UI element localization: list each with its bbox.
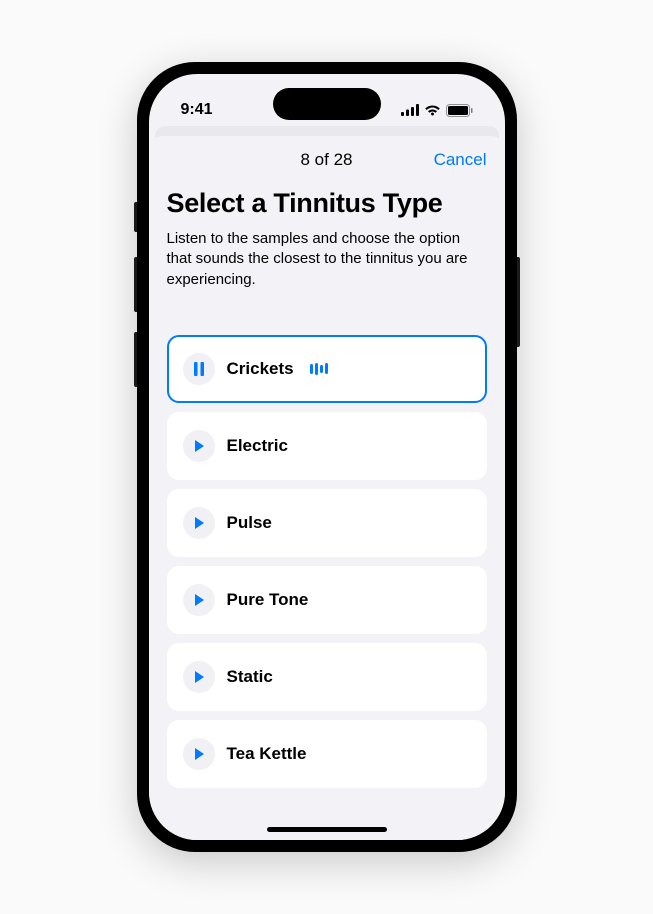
dynamic-island: [273, 88, 381, 120]
page-subtitle: Listen to the samples and choose the opt…: [167, 229, 487, 290]
progress-indicator: 8 of 28: [301, 150, 353, 170]
play-icon: [192, 439, 206, 453]
play-icon: [192, 747, 206, 761]
play-icon: [192, 593, 206, 607]
status-time: 9:41: [181, 101, 213, 119]
page-title: Select a Tinnitus Type: [167, 188, 487, 219]
sound-wave-icon: [310, 363, 328, 375]
option-label: Pulse: [227, 513, 272, 533]
phone-volume-down: [134, 332, 137, 387]
pause-button[interactable]: [183, 353, 215, 385]
phone-action-button: [134, 202, 137, 232]
option-electric[interactable]: Electric: [167, 412, 487, 480]
play-icon: [192, 670, 206, 684]
option-static[interactable]: Static: [167, 643, 487, 711]
pause-icon: [193, 362, 205, 376]
content: Select a Tinnitus Type Listen to the sam…: [149, 184, 505, 788]
option-label: Electric: [227, 436, 288, 456]
modal-sheet: 8 of 28 Cancel Select a Tinnitus Type Li…: [149, 136, 505, 840]
option-label: Static: [227, 667, 273, 687]
screen: 9:41: [149, 74, 505, 840]
wifi-icon: [424, 104, 441, 116]
option-pure-tone[interactable]: Pure Tone: [167, 566, 487, 634]
status-icons: [401, 104, 473, 117]
option-label: Crickets: [227, 359, 294, 379]
phone-power-button: [517, 257, 520, 347]
home-indicator[interactable]: [267, 827, 387, 832]
cellular-icon: [401, 104, 419, 116]
play-button[interactable]: [183, 584, 215, 616]
nav-bar: 8 of 28 Cancel: [149, 136, 505, 184]
play-button[interactable]: [183, 661, 215, 693]
option-tea-kettle[interactable]: Tea Kettle: [167, 720, 487, 788]
option-list: Crickets Electric: [167, 335, 487, 788]
cancel-button[interactable]: Cancel: [434, 150, 487, 170]
play-button[interactable]: [183, 507, 215, 539]
phone-volume-up: [134, 257, 137, 312]
option-label: Pure Tone: [227, 590, 309, 610]
option-pulse[interactable]: Pulse: [167, 489, 487, 557]
play-button[interactable]: [183, 738, 215, 770]
option-label: Tea Kettle: [227, 744, 307, 764]
option-crickets[interactable]: Crickets: [167, 335, 487, 403]
play-icon: [192, 516, 206, 530]
play-button[interactable]: [183, 430, 215, 462]
phone-frame: 9:41: [137, 62, 517, 852]
battery-icon: [446, 104, 473, 117]
